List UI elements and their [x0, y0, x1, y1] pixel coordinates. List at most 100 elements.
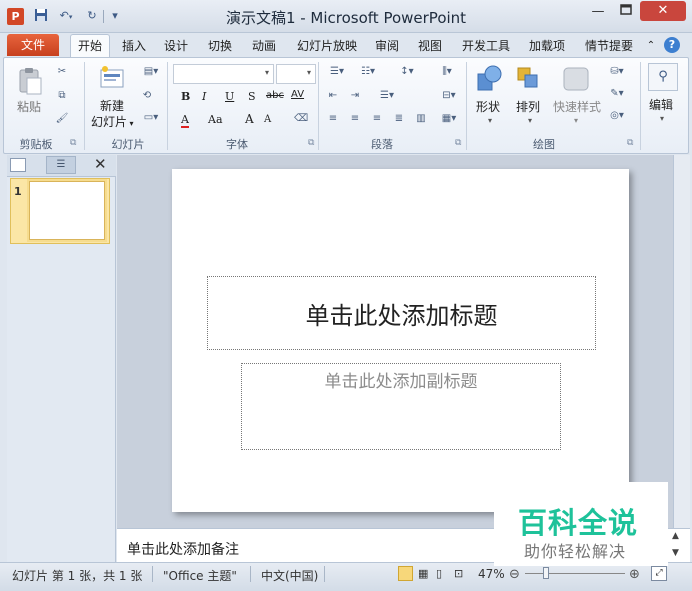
close-pane-icon[interactable]: ✕: [94, 155, 107, 173]
align-text-icon[interactable]: ⊟▾: [438, 90, 460, 102]
strikethrough-button[interactable]: abc: [266, 90, 284, 101]
shapes-label[interactable]: 形状: [476, 98, 500, 115]
char-spacing-button[interactable]: AV: [291, 89, 304, 100]
paste-label[interactable]: 粘贴: [17, 98, 41, 115]
font-name-combo[interactable]: ▾: [173, 64, 274, 84]
shadow-button[interactable]: S: [248, 90, 256, 103]
grow-font-button[interactable]: A: [245, 112, 254, 126]
tab-transitions[interactable]: 切换: [204, 36, 236, 56]
tab-design[interactable]: 设计: [160, 36, 192, 56]
increase-indent-icon[interactable]: ⇥: [348, 90, 362, 102]
paste-icon[interactable]: [15, 66, 45, 99]
minimize-button[interactable]: —: [583, 2, 613, 22]
slides-tab-icon[interactable]: [10, 158, 26, 172]
decrease-indent-icon[interactable]: ⇤: [326, 90, 340, 102]
clear-format-icon[interactable]: ⌫: [294, 113, 308, 125]
new-slide-label-line2[interactable]: 幻灯片 ▾: [91, 113, 134, 130]
quick-styles-icon[interactable]: [562, 64, 590, 97]
bold-button[interactable]: B: [181, 90, 190, 103]
reading-view-icon[interactable]: ▯: [436, 567, 442, 580]
new-slide-label-line1[interactable]: 新建: [100, 97, 124, 114]
align-center-icon[interactable]: ≡: [348, 113, 362, 125]
section-icon[interactable]: ▭▾: [140, 112, 162, 124]
font-color-button[interactable]: A: [181, 113, 189, 128]
align-right-icon[interactable]: ≡: [370, 113, 384, 125]
paragraph-launcher-icon[interactable]: ⧉: [455, 138, 461, 148]
italic-button[interactable]: I: [202, 90, 206, 103]
vertical-scrollbar[interactable]: [673, 155, 690, 528]
columns-icon[interactable]: ⫼▾: [436, 66, 458, 78]
new-slide-label-text[interactable]: 幻灯片: [91, 115, 127, 129]
justify-icon[interactable]: ≣: [392, 113, 406, 125]
customize-qat-icon[interactable]: ▾: [107, 8, 123, 24]
font-size-combo[interactable]: ▾: [276, 64, 316, 84]
zoom-slider-thumb[interactable]: [542, 567, 549, 579]
zoom-in-icon[interactable]: ⊕: [629, 567, 640, 582]
format-painter-icon[interactable]: 🖌: [55, 113, 69, 125]
subtitle-placeholder[interactable]: 单击此处添加副标题: [241, 363, 561, 450]
powerpoint-logo-icon[interactable]: P: [7, 8, 24, 25]
text-direction-icon[interactable]: ☰▾: [376, 90, 398, 102]
notes-placeholder[interactable]: 单击此处添加备注: [127, 539, 239, 559]
underline-button[interactable]: U: [225, 90, 234, 103]
shapes-icon[interactable]: [476, 64, 504, 97]
collapse-ribbon-icon[interactable]: ⌃: [644, 36, 658, 56]
shape-fill-icon[interactable]: ⛁▾: [606, 66, 628, 78]
arrange-icon[interactable]: [516, 64, 544, 97]
reset-icon[interactable]: ⟲: [140, 90, 154, 102]
arrange-label[interactable]: 排列: [516, 98, 540, 115]
slideshow-view-icon[interactable]: ⊡: [454, 567, 463, 580]
new-slide-icon[interactable]: [98, 64, 126, 95]
numbering-icon[interactable]: ☷▾: [357, 66, 379, 78]
undo-icon[interactable]: ↶▾: [54, 8, 78, 24]
tab-file[interactable]: 文件: [7, 34, 59, 56]
tab-addins[interactable]: 加载项: [525, 36, 569, 56]
tab-animations[interactable]: 动画: [248, 36, 280, 56]
drawing-launcher-icon[interactable]: ⧉: [627, 138, 633, 148]
copy-icon[interactable]: ⧉: [55, 90, 69, 102]
tab-view[interactable]: 视图: [414, 36, 446, 56]
clipboard-launcher-icon[interactable]: ⧉: [70, 138, 76, 148]
shrink-font-button[interactable]: A: [264, 114, 271, 125]
redo-icon[interactable]: ↻: [84, 8, 100, 24]
smartart-icon[interactable]: ▦▾: [438, 113, 460, 125]
outline-tab-icon[interactable]: ☰: [46, 156, 76, 174]
cut-icon[interactable]: ✂: [55, 66, 69, 78]
quick-styles-dropdown-icon[interactable]: ▾: [562, 116, 590, 125]
tab-review[interactable]: 审阅: [371, 36, 403, 56]
normal-view-icon[interactable]: [398, 566, 413, 581]
tab-storyboard[interactable]: 情节提要: [581, 36, 637, 56]
shape-effects-icon[interactable]: ◎▾: [606, 110, 628, 122]
editing-label[interactable]: 编辑: [649, 96, 673, 113]
title-placeholder[interactable]: 单击此处添加标题: [207, 276, 596, 350]
font-launcher-icon[interactable]: ⧉: [308, 138, 314, 148]
line-spacing-icon[interactable]: ↕▾: [396, 66, 418, 78]
layout-icon[interactable]: ▤▾: [140, 66, 162, 78]
bullets-icon[interactable]: ☰▾: [326, 66, 348, 78]
slide-thumbnail[interactable]: [29, 181, 105, 240]
help-icon[interactable]: ?: [664, 37, 680, 53]
align-left-icon[interactable]: ≡: [326, 113, 340, 125]
editing-dropdown-icon[interactable]: ▾: [649, 114, 675, 123]
close-button[interactable]: ✕: [640, 1, 686, 21]
scroll-up-icon[interactable]: ▲: [672, 531, 679, 541]
maximize-button[interactable]: [612, 2, 640, 22]
shape-outline-icon[interactable]: ✎▾: [606, 88, 628, 100]
language-status[interactable]: 中文(中国): [261, 567, 318, 584]
arrange-dropdown-icon[interactable]: ▾: [516, 116, 544, 125]
find-binoculars-icon[interactable]: ⚲: [648, 63, 678, 91]
tab-slideshow[interactable]: 幻灯片放映: [292, 36, 362, 56]
tab-developer[interactable]: 开发工具: [457, 36, 515, 56]
save-icon[interactable]: [33, 8, 49, 24]
shapes-dropdown-icon[interactable]: ▾: [476, 116, 504, 125]
change-case-button[interactable]: Aa: [208, 113, 223, 126]
fit-to-window-icon[interactable]: ⤢: [651, 566, 667, 581]
quick-styles-label[interactable]: 快速样式: [553, 98, 601, 115]
slide-sorter-view-icon[interactable]: ▦: [418, 567, 428, 580]
distribute-icon[interactable]: ▥: [414, 113, 428, 125]
zoom-out-icon[interactable]: ⊖: [509, 567, 520, 582]
tab-home[interactable]: 开始: [70, 34, 110, 58]
tab-insert[interactable]: 插入: [118, 36, 150, 56]
zoom-slider-track[interactable]: [525, 573, 625, 574]
zoom-level[interactable]: 47%: [478, 567, 505, 581]
